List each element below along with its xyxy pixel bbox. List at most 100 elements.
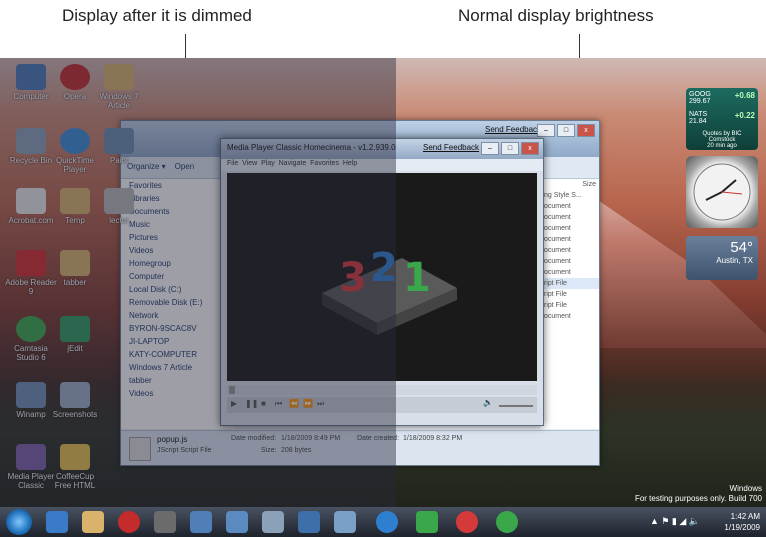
file-type-cell: ocument bbox=[544, 313, 571, 320]
computer-icon bbox=[16, 64, 46, 90]
caption-dimmed: Display after it is dimmed bbox=[62, 6, 252, 25]
window-icon[interactable] bbox=[190, 511, 212, 533]
file-type-cell: ript File bbox=[541, 278, 599, 289]
nav-item[interactable]: Homegroup bbox=[121, 257, 233, 270]
nav-item[interactable]: Local Disk (C:) bbox=[121, 283, 233, 296]
media-icon[interactable] bbox=[154, 511, 176, 533]
previous-icon[interactable]: ⏮ bbox=[275, 399, 282, 409]
folder-icon bbox=[60, 250, 90, 276]
desktop-icon-jedit[interactable]: jEdit bbox=[48, 316, 102, 353]
stocks-gadget[interactable]: GOOG 299.67 +0.68 NATS 21.84 +0.22 Quotes … bbox=[686, 88, 758, 150]
menu-file[interactable]: File bbox=[227, 160, 238, 167]
taskbar: ▲ ⚑ ▮ ◢ 🔈 1:42 AM 1/19/2009 bbox=[0, 507, 766, 537]
nav-item[interactable]: BYRON-9SCAC8V bbox=[121, 322, 233, 335]
media-player-window[interactable]: Media Player Classic Homecinema - v1.2.9… bbox=[220, 138, 544, 426]
volume-slider[interactable] bbox=[499, 405, 533, 407]
nav-item[interactable]: Computer bbox=[121, 270, 233, 283]
file-type-cell: ript File bbox=[544, 302, 567, 309]
file-type-cell: ng Style S... bbox=[544, 192, 582, 199]
opera-icon[interactable] bbox=[118, 511, 140, 533]
rewind-icon[interactable]: ⏪ bbox=[289, 399, 299, 408]
nav-item[interactable]: Pictures bbox=[121, 231, 233, 244]
nav-item[interactable]: JI-LAPTOP bbox=[121, 335, 233, 348]
video-area[interactable]: 3 2 1 bbox=[227, 173, 537, 381]
folder-icon bbox=[60, 188, 90, 214]
start-button[interactable] bbox=[6, 509, 32, 535]
size-label: Size: bbox=[261, 447, 277, 454]
folder-icon bbox=[60, 382, 90, 408]
forward-icon[interactable]: ⏩ bbox=[303, 399, 313, 408]
nav-item[interactable]: Removable Disk (E:) bbox=[121, 296, 233, 309]
paint-icon[interactable] bbox=[226, 511, 248, 533]
desktop-icon-tabber[interactable]: tabber bbox=[48, 250, 102, 287]
camtasia-icon bbox=[16, 316, 46, 342]
menu-view[interactable]: View bbox=[242, 160, 257, 167]
paint-icon bbox=[104, 128, 134, 154]
help-icon[interactable] bbox=[376, 511, 398, 533]
logo-3: 3 bbox=[339, 255, 367, 301]
menu-favorites[interactable]: Favorites bbox=[310, 160, 339, 167]
nav-item[interactable]: Videos bbox=[121, 244, 233, 257]
menu-help[interactable]: Help bbox=[343, 160, 357, 167]
camtasia-icon[interactable] bbox=[496, 511, 518, 533]
nav-item[interactable]: Videos bbox=[121, 387, 233, 400]
file-type-cell: ocument bbox=[544, 247, 571, 254]
snip-icon[interactable] bbox=[262, 511, 284, 533]
seek-handle[interactable] bbox=[229, 386, 235, 394]
windows-watermark: Windows For testing purposes only. Build… bbox=[635, 484, 762, 504]
date-created-value: 1/18/2009 8:32 PM bbox=[403, 435, 463, 442]
play-icon[interactable]: ▶ bbox=[231, 399, 237, 408]
notepad-icon[interactable] bbox=[334, 511, 356, 533]
desktop-icon-paint[interactable]: Paint bbox=[92, 128, 146, 165]
seek-bar[interactable] bbox=[227, 385, 537, 395]
maximize-button[interactable]: □ bbox=[557, 124, 575, 137]
mpc-logo: 3 2 1 bbox=[322, 245, 457, 335]
close-button[interactable]: x bbox=[521, 142, 539, 155]
next-icon[interactable]: ⏭ bbox=[317, 399, 324, 409]
stock-symbol: GOOG bbox=[689, 91, 711, 98]
network-icon[interactable] bbox=[416, 511, 438, 533]
menu-navigate[interactable]: Navigate bbox=[279, 160, 307, 167]
desktop-icon-screenshots[interactable]: Screenshots bbox=[48, 382, 102, 419]
nav-item[interactable]: KATY-COMPUTER bbox=[121, 348, 233, 361]
clock-gadget[interactable] bbox=[686, 156, 758, 228]
users-icon[interactable] bbox=[298, 511, 320, 533]
stock-row: NATS 21.84 +0.22 bbox=[689, 111, 755, 125]
weather-gadget[interactable]: 54° Austin, TX bbox=[686, 236, 758, 280]
desktop-icon-lectur[interactable]: lectur bbox=[92, 188, 146, 225]
stock-change: +0.68 bbox=[734, 91, 755, 100]
open-button[interactable]: Open bbox=[175, 162, 195, 171]
watermark-line-1: Windows bbox=[729, 484, 762, 493]
system-tray-icons[interactable]: ▲ ⚑ ▮ ◢ 🔈 bbox=[650, 516, 700, 527]
send-feedback-link[interactable]: Send Feedback bbox=[423, 143, 479, 152]
nav-item[interactable]: tabber bbox=[121, 374, 233, 387]
minimize-button[interactable]: – bbox=[481, 142, 499, 155]
file-type-cell: ocument bbox=[544, 225, 571, 232]
taskbar-clock[interactable]: 1:42 AM 1/19/2009 bbox=[724, 511, 760, 533]
ie-icon[interactable] bbox=[46, 511, 68, 533]
camtasia-recorder-icon[interactable] bbox=[456, 511, 478, 533]
pause-icon[interactable]: ❚❚ bbox=[245, 399, 258, 408]
minimize-button[interactable]: – bbox=[537, 124, 555, 137]
recycle-bin-icon bbox=[16, 128, 46, 154]
file-type-column: Size ng Style S... ocument ocument ocume… bbox=[541, 179, 599, 429]
send-feedback-link[interactable]: Send Feedback bbox=[485, 125, 541, 134]
nav-item[interactable]: Network bbox=[121, 309, 233, 322]
stop-icon[interactable]: ■ bbox=[261, 399, 266, 408]
volume-icon[interactable]: 🔈 bbox=[483, 398, 493, 407]
desktop-icon-coffeecup[interactable]: CoffeeCup Free HTML bbox=[48, 444, 102, 490]
menu-play[interactable]: Play bbox=[261, 160, 275, 167]
desktop-icon-windows-7-article[interactable]: Windows 7 Article bbox=[92, 64, 146, 110]
close-button[interactable]: x bbox=[577, 124, 595, 137]
media-player-titlebar[interactable]: Media Player Classic Homecinema - v1.2.9… bbox=[221, 139, 543, 159]
playback-controls: ▶ ❚❚ ■ ⏮ ⏪ ⏩ ⏭ 🔈 bbox=[227, 397, 537, 413]
acrobat-icon bbox=[16, 188, 46, 214]
explorer-icon[interactable] bbox=[82, 511, 104, 533]
desktop-screenshot: Computer Opera Windows 7 Article Recycle… bbox=[0, 58, 766, 537]
script-file-icon bbox=[129, 437, 151, 461]
mpc-icon bbox=[16, 444, 46, 470]
column-header-size[interactable]: Size bbox=[541, 179, 599, 190]
nav-item[interactable]: Windows 7 Article bbox=[121, 361, 233, 374]
media-player-title: Media Player Classic Homecinema - v1.2.9… bbox=[227, 143, 396, 152]
maximize-button[interactable]: □ bbox=[501, 142, 519, 155]
